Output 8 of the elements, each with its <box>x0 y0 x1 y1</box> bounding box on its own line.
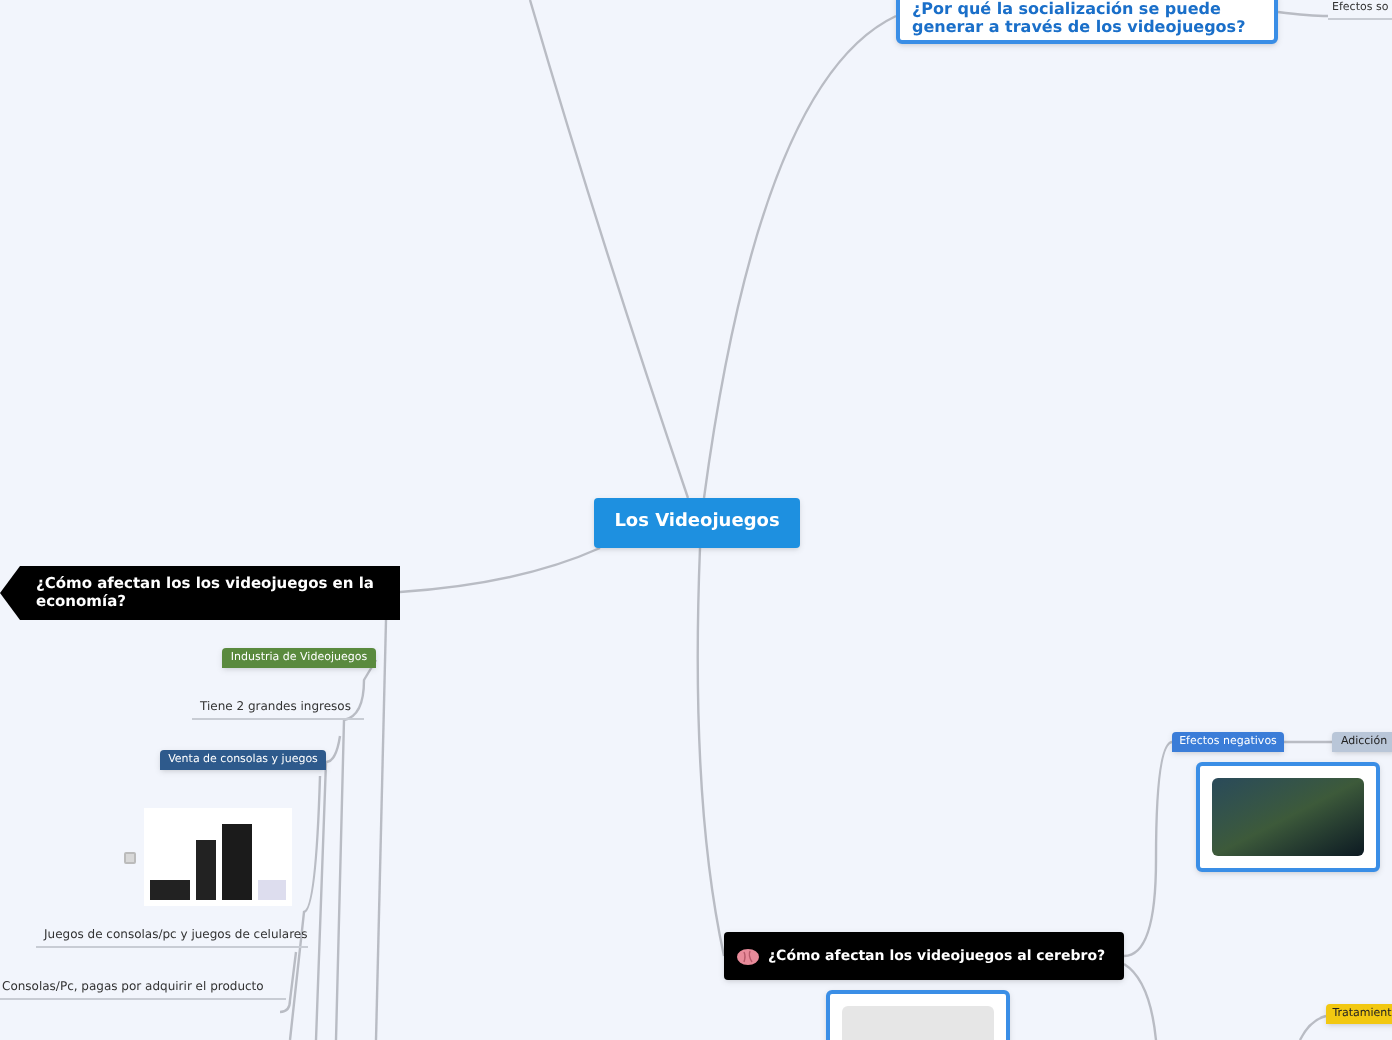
topic-node[interactable]: ¿Por qué la socialización se puede generar a través de los videojuegos? <box>896 0 1278 44</box>
connector-line <box>1123 963 1158 1040</box>
brain-icon <box>736 947 760 965</box>
connector-line <box>1277 10 1328 18</box>
connector-line <box>1298 1014 1327 1040</box>
image-card[interactable] <box>1196 762 1380 872</box>
checkbox[interactable] <box>124 851 136 863</box>
connector-line <box>1284 740 1332 744</box>
